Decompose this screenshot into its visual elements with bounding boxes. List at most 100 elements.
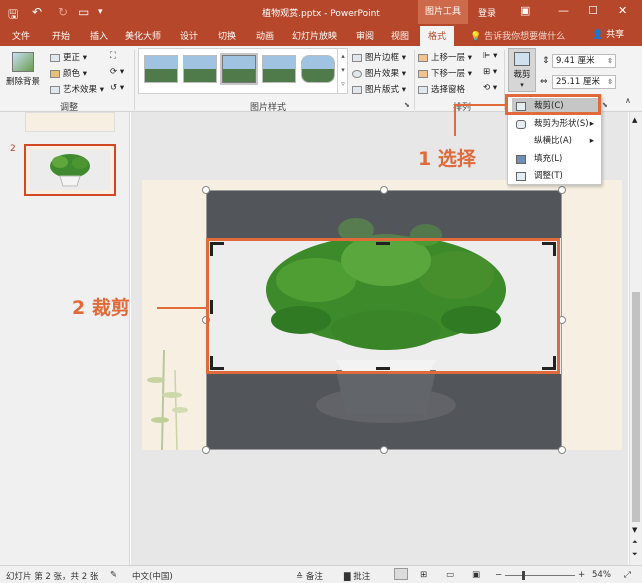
menu-item-aspect-ratio[interactable]: 纵横比(A) ▸ — [512, 133, 600, 150]
tab-beautify[interactable]: 美化大师 — [125, 29, 161, 42]
selection-pane-button[interactable]: 选择窗格 — [418, 83, 465, 95]
maximize-icon[interactable]: ☐ — [588, 4, 598, 17]
comments-button[interactable]: ▇ 批注 — [344, 570, 370, 582]
resize-handle[interactable] — [380, 446, 388, 454]
tab-insert[interactable]: 插入 — [90, 29, 108, 42]
tell-me-text: 告诉我你想要做什么 — [484, 32, 566, 42]
corrections-button[interactable]: 更正 ▾ — [50, 51, 87, 63]
crop-handle-bottom[interactable] — [376, 367, 390, 370]
prev-slide-icon[interactable]: ⏶ — [632, 538, 638, 547]
slide-thumbnail-2[interactable] — [24, 144, 116, 196]
group-icon[interactable]: ⊞ ▾ — [483, 67, 497, 77]
style-thumbnail[interactable] — [222, 55, 256, 83]
next-slide-icon[interactable]: ⏷ — [632, 550, 638, 559]
crop-handle-top-right[interactable] — [542, 242, 556, 256]
resize-handle[interactable] — [202, 446, 210, 454]
crop-handle-bottom-right[interactable] — [542, 356, 556, 370]
zoom-slider[interactable] — [505, 575, 575, 576]
zoom-slider-thumb[interactable] — [522, 571, 525, 580]
style-thumbnail[interactable] — [144, 55, 178, 83]
tab-animations[interactable]: 动画 — [256, 29, 274, 42]
notes-button[interactable]: ≙ 备注 — [296, 570, 323, 582]
picture-layout-button[interactable]: 图片版式 ▾ — [352, 83, 406, 95]
normal-view-icon[interactable] — [394, 568, 408, 580]
menu-item-fit[interactable]: 调整(T) — [512, 168, 600, 185]
scroll-up-icon[interactable]: ▲ — [632, 116, 637, 124]
reading-view-icon[interactable]: ▭ — [446, 570, 454, 580]
crop-region-highlight[interactable] — [206, 238, 560, 374]
reset-picture-icon[interactable]: ↺ ▾ — [110, 83, 124, 93]
rotate-icon[interactable]: ⟲ ▾ — [483, 83, 497, 93]
align-icon[interactable]: ⊫ ▾ — [483, 51, 497, 61]
menu-item-fill[interactable]: 填充(L) — [512, 151, 600, 168]
tab-view[interactable]: 视图 — [391, 29, 409, 42]
slide-thumbnail-1[interactable] — [25, 112, 115, 132]
style-thumbnail[interactable] — [301, 55, 335, 83]
tab-design[interactable]: 设计 — [180, 29, 198, 42]
save-icon[interactable]: 🖫 — [8, 5, 18, 26]
picture-effects-button[interactable]: 图片效果 ▾ — [352, 67, 406, 79]
crop-handle-bottom-left[interactable] — [210, 356, 224, 370]
remove-background-button[interactable]: 删除背景 — [4, 50, 42, 94]
close-icon[interactable]: ✕ — [618, 4, 627, 17]
gallery-scroll[interactable]: ▴ ▾ ▿ — [337, 49, 348, 93]
height-input[interactable]: 9.41 厘米 ⇳ — [552, 54, 616, 68]
spellcheck-icon[interactable]: ✎ — [110, 570, 117, 580]
tab-transitions[interactable]: 切换 — [218, 29, 236, 42]
share-button[interactable]: 👤 共享 — [592, 27, 624, 40]
change-picture-icon[interactable]: ⟳ ▾ — [110, 67, 124, 77]
slide-info: 幻灯片 第 2 张，共 2 张 — [6, 572, 99, 582]
bring-forward-button[interactable]: 上移一层 ▾ — [418, 51, 472, 63]
zoom-in-icon[interactable]: + — [578, 570, 585, 580]
menu-item-crop-to-shape[interactable]: 裁剪为形状(S) ▸ — [512, 116, 600, 133]
resize-handle[interactable] — [558, 186, 566, 194]
resize-handle[interactable] — [202, 186, 210, 194]
tab-file[interactable]: 文件 — [12, 29, 30, 42]
tab-home[interactable]: 开始 — [52, 29, 70, 42]
tab-slideshow[interactable]: 幻灯片放映 — [292, 29, 337, 42]
customize-qat-icon[interactable]: ▾ — [98, 7, 103, 17]
style-thumbnail[interactable] — [262, 55, 296, 83]
tell-me-search[interactable]: 💡 告诉我你想要做什么 — [470, 29, 565, 42]
zoom-out-icon[interactable]: − — [495, 570, 502, 580]
crop-icon — [514, 52, 530, 66]
scroll-down-icon[interactable]: ▼ — [632, 526, 637, 534]
picture-border-button[interactable]: 图片边框 ▾ — [352, 51, 406, 63]
undo-icon[interactable]: ↶ — [32, 5, 42, 19]
dialog-launcher-icon[interactable]: ⬊ — [404, 101, 410, 109]
spinner-icon[interactable]: ⇳ — [607, 76, 613, 88]
spinner-icon[interactable]: ⇳ — [607, 55, 613, 67]
resize-handle[interactable] — [558, 446, 566, 454]
crop-handle-left[interactable] — [210, 300, 213, 314]
zoom-level[interactable]: 54% — [592, 570, 611, 580]
width-input[interactable]: 25.11 厘米 ⇳ — [552, 75, 616, 89]
color-button[interactable]: 颜色 ▾ — [50, 67, 87, 79]
resize-handle[interactable] — [380, 186, 388, 194]
divider — [134, 50, 135, 110]
present-icon[interactable]: ▭ — [78, 5, 89, 19]
title-bar: 🖫 ↶ ↻ ▭ ▾ 植物观赏.pptx - PowerPoint 图片工具 登录… — [0, 0, 642, 24]
ribbon-options-icon[interactable]: ▣ — [520, 4, 530, 17]
slide-sorter-icon[interactable]: ⊞ — [420, 570, 427, 580]
language[interactable]: 中文(中国) — [132, 570, 173, 582]
crop-button[interactable]: 裁剪 ▾ — [508, 48, 536, 92]
lightbulb-icon: 💡 — [470, 32, 482, 42]
style-thumbnail[interactable] — [183, 55, 217, 83]
send-backward-button[interactable]: 下移一层 ▾ — [418, 67, 472, 79]
tab-review[interactable]: 审阅 — [356, 29, 374, 42]
minimize-icon[interactable]: — — [558, 4, 569, 17]
redo-icon[interactable]: ↻ — [58, 5, 68, 19]
crop-handle-top-left[interactable] — [210, 242, 224, 256]
fit-slide-icon[interactable]: ⤢ — [624, 570, 631, 580]
artistic-effects-button[interactable]: 艺术效果 ▾ — [50, 83, 104, 95]
annotation-step1: 1 选择 — [418, 148, 476, 170]
vertical-scrollbar[interactable]: ▲ ▼ ⏶ ⏷ — [629, 112, 642, 565]
scroll-thumb[interactable] — [632, 292, 640, 522]
crop-handle-top[interactable] — [376, 242, 390, 245]
collapse-ribbon-icon[interactable]: ∧ — [625, 96, 631, 105]
size-dialog-launcher-icon[interactable]: ⬊ — [602, 101, 608, 109]
slideshow-icon[interactable]: ▣ — [472, 570, 480, 580]
login-link[interactable]: 登录 — [478, 6, 496, 19]
compress-pictures-icon[interactable]: ⛶ — [110, 51, 116, 61]
tab-format[interactable]: 格式 — [420, 26, 455, 46]
